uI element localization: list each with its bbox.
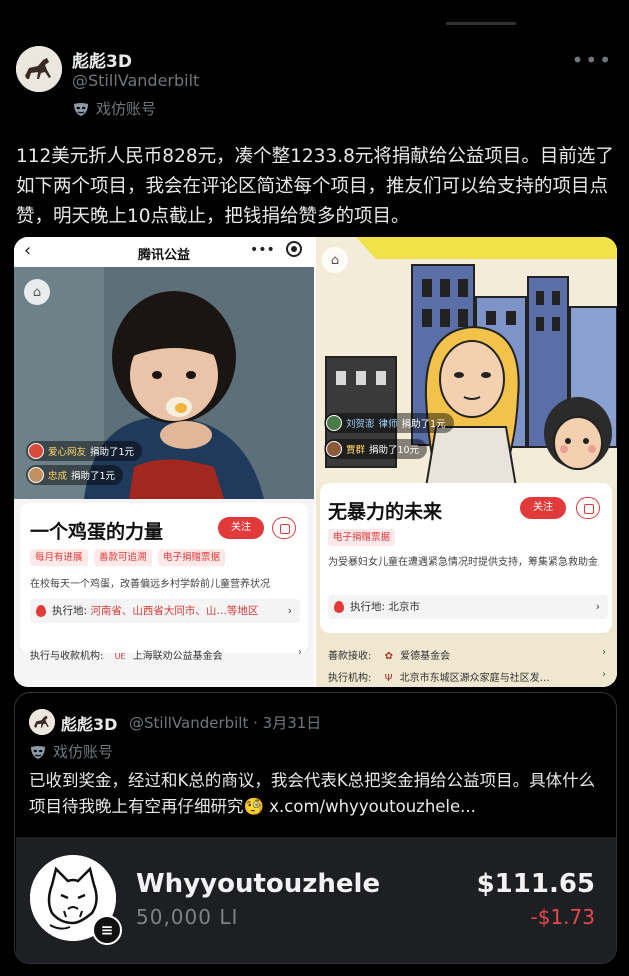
donor-chip-2: 賈群 捐助了10元	[324, 439, 428, 459]
home-icon: ⌂	[322, 247, 348, 273]
org-row[interactable]: 执行与收款机构: UE 上海联劝公益基金会 ›	[30, 647, 308, 662]
quoted-author-avatar[interactable]	[29, 709, 55, 735]
home-icon: ⌂	[24, 279, 50, 305]
parody-text: 戏仿账号	[96, 100, 157, 118]
donor-name: 刘贺澎	[346, 419, 375, 430]
wallet-amount: $111.65	[476, 869, 595, 899]
quoted-text: 已收到奖金，经过和K总的商议，我会代表K总把奖金捐给公益项目。具体什么项目待我晚…	[29, 768, 609, 820]
donor-name: 爱心网友	[48, 447, 87, 458]
donor-action: 捐助了1元	[90, 447, 135, 458]
mask-icon	[74, 102, 88, 116]
donor-name: 忠成	[48, 471, 68, 482]
donor-chip-1: 刘贺澎 律师 捐助了1元	[324, 413, 454, 433]
wallet-change: -$1.73	[530, 905, 595, 929]
chevron-right-icon: ›	[595, 601, 600, 613]
donor-action: 捐助了10元	[369, 445, 420, 456]
org-value: 上海联劝公益基金会	[132, 651, 223, 662]
location-pin-icon	[36, 605, 46, 617]
location-row[interactable]: 执行地: 河南省、山西省大同市、山…等地区 ›	[30, 599, 300, 623]
location-label: 执行地:	[52, 605, 88, 617]
wallet-name: Whyyoutouzhele	[136, 869, 381, 899]
project-card-egg[interactable]: 一个鸡蛋的力量 关注 每月有进展 善款可追溯 电子捐赠票据 在校每天一个鸡蛋，改…	[20, 503, 308, 653]
org-logo-icon: UE	[114, 652, 126, 661]
post-text: 112美元折人民币828元，凑个整1233.8元将捐献给公益项目。目前选了如下两…	[16, 146, 614, 227]
location-value: 河南省、山西省大同市、山…等地区	[90, 605, 259, 617]
drag-indicator	[446, 22, 516, 25]
mask-icon	[31, 745, 45, 759]
donor-chip-1: 爱心网友 捐助了1元	[26, 441, 143, 461]
donor-action: 捐助了1元	[71, 471, 116, 482]
chevron-right-icon: ›	[602, 669, 606, 680]
location-pin-icon	[334, 601, 344, 613]
donor-avatar	[28, 443, 44, 459]
executor-label: 执行机构:	[328, 673, 372, 684]
donor-badge: 律师	[378, 419, 398, 430]
chevron-right-icon: ›	[287, 605, 292, 617]
location-row[interactable]: 执行地: 北京市 ›	[328, 595, 608, 619]
media-right-panel[interactable]: ⌂ 刘贺澎 律师 捐助了1元 賈群 捐助了10元 无暴力的未来 关注 电子捐赠票…	[316, 237, 617, 687]
donor-chip-2: 忠成 捐助了1元	[26, 465, 124, 485]
app-bar: ‹ 腾讯公益 •••	[14, 237, 314, 267]
tag: 善款可追溯	[94, 549, 152, 566]
org-label: 执行与收款机构:	[30, 651, 104, 662]
share-icon[interactable]	[576, 497, 600, 519]
donor-avatar	[326, 441, 342, 457]
tag: 电子捐赠票据	[158, 549, 226, 566]
parody-label: 戏仿账号	[72, 98, 156, 119]
project-description: 为受暴妇女儿童在遭遇紧急情况时提供支持，筹集紧急救助金	[328, 557, 598, 568]
project-title: 无暴力的未来	[328, 501, 443, 523]
donor-name: 賈群	[346, 445, 366, 456]
chevron-right-icon: ›	[298, 647, 302, 658]
follow-button[interactable]: 关注	[520, 497, 566, 519]
media-left-panel[interactable]: ‹ 腾讯公益 ••• ⌂ 爱心网友 捐助了1元 忠成 捐助了1元 一个鸡蛋的力量…	[14, 237, 314, 687]
wallet-card[interactable]: ≡ Whyyoutouzhele 50,000 LI $111.65 -$1.7…	[16, 837, 616, 963]
project-card-nonviolence[interactable]: 无暴力的未来 关注 电子捐赠票据 为受暴妇女儿童在遭遇紧急情况时提供支持，筹集紧…	[320, 483, 612, 633]
donor-action: 捐助了1元	[401, 419, 446, 430]
quoted-author-name[interactable]: 彪彪3D	[61, 711, 117, 735]
receiver-value: 爱德基金会	[400, 651, 451, 662]
location-value: 北京市	[388, 601, 420, 613]
tag: 每月有进展	[30, 549, 88, 566]
org-logo-icon: Ψ	[384, 673, 393, 684]
parody-text: 戏仿账号	[53, 743, 114, 761]
quoted-parody-label: 戏仿账号	[29, 741, 113, 762]
more-options-icon[interactable]: •••	[572, 48, 613, 72]
executor-value: 北京市东城区源众家庭与社区发…	[399, 673, 550, 684]
child-photo: ⌂ 爱心网友 捐助了1元 忠成 捐助了1元	[14, 267, 314, 499]
quoted-meta: @StillVanderbilt · 3月31日	[129, 714, 322, 732]
receiver-label: 善款接收:	[328, 651, 372, 662]
wallet-balance: 50,000 LI	[136, 905, 239, 929]
close-target-icon	[286, 241, 302, 257]
project-description: 在校每天一个鸡蛋，改善偏远乡村学龄前儿童营养状况	[30, 579, 270, 590]
author-avatar[interactable]	[16, 46, 62, 92]
follow-button[interactable]: 关注	[218, 517, 264, 539]
menu-dots-icon: •••	[250, 242, 275, 258]
author-handle[interactable]: @StillVanderbilt	[72, 71, 199, 90]
wallet-badge-icon: ≡	[92, 915, 122, 945]
chevron-right-icon: ›	[602, 647, 606, 658]
author-name[interactable]: 彪彪3D	[72, 47, 132, 72]
org-logo-icon: ✿	[384, 651, 393, 662]
executor-row[interactable]: 执行机构: Ψ 北京市东城区源众家庭与社区发… ›	[328, 669, 610, 684]
post-media[interactable]: ‹ 腾讯公益 ••• ⌂ 爱心网友 捐助了1元 忠成 捐助了1元 一个鸡蛋的力量…	[14, 237, 617, 687]
receiver-row[interactable]: 善款接收: ✿ 爱德基金会 ›	[328, 647, 610, 662]
share-icon[interactable]	[272, 517, 296, 539]
project-title: 一个鸡蛋的力量	[30, 521, 164, 543]
quoted-post[interactable]: 彪彪3D @StillVanderbilt · 3月31日 戏仿账号 已收到奖金…	[14, 692, 617, 964]
donor-avatar	[326, 415, 342, 431]
tag: 电子捐赠票据	[328, 529, 396, 546]
location-label: 执行地:	[350, 601, 386, 613]
donor-avatar	[28, 467, 44, 483]
quoted-link[interactable]: x.com/whyyoutouzhele...	[269, 797, 476, 816]
post-header: 彪彪3D @StillVanderbilt 戏仿账号 •••	[16, 42, 613, 122]
